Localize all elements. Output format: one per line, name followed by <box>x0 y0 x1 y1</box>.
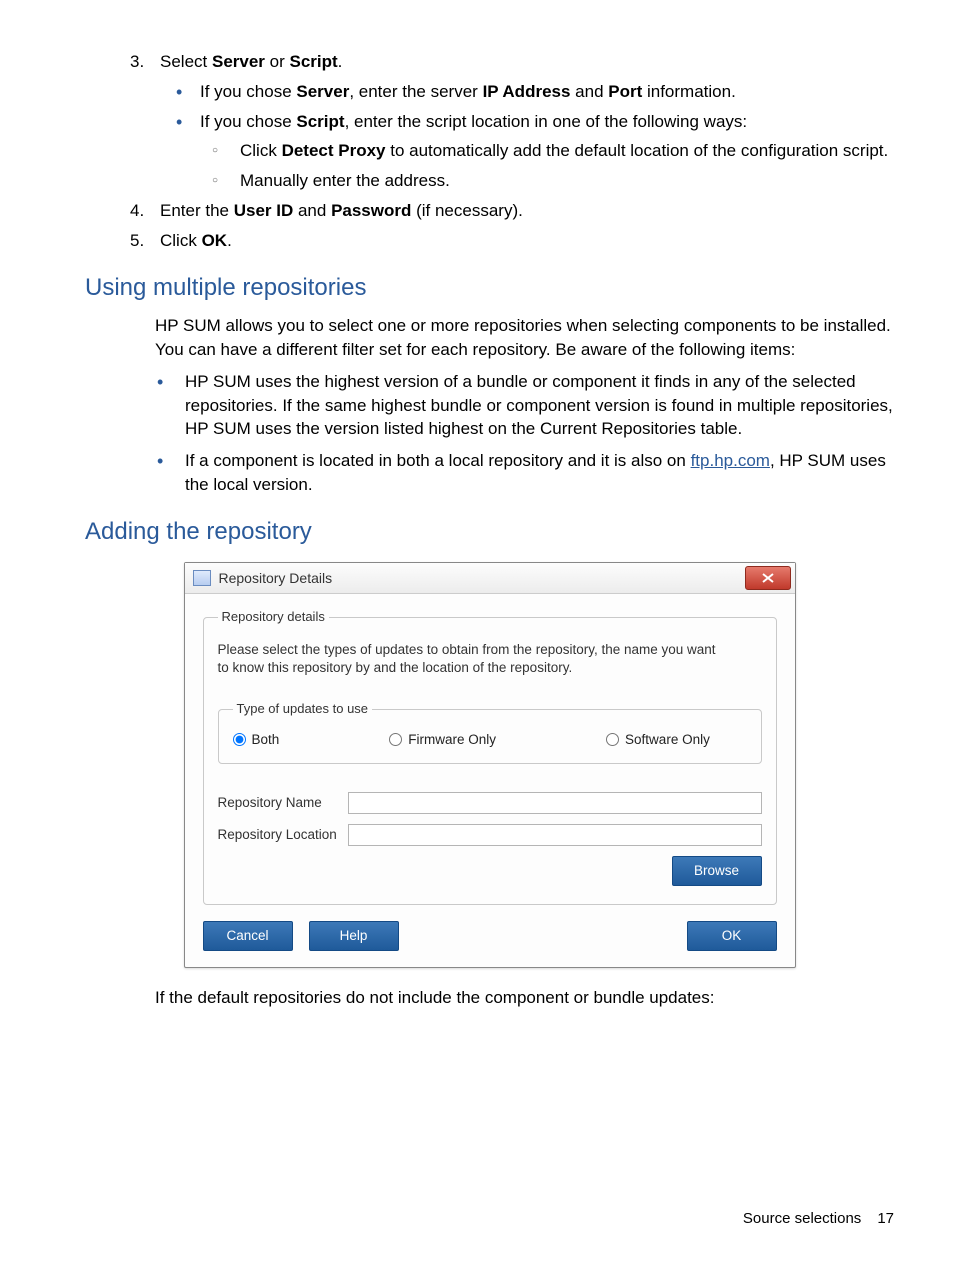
close-icon <box>762 573 774 583</box>
section1-para: HP SUM allows you to select one or more … <box>155 314 894 362</box>
after-dialog-text: If the default repositories do not inclu… <box>155 986 894 1010</box>
step-5: 5. Click OK. <box>160 229 894 253</box>
dialog-instructions: Please select the types of updates to ob… <box>218 641 718 679</box>
step-3b1: Click Detect Proxy to automatically add … <box>240 139 894 163</box>
repository-location-input[interactable] <box>348 824 762 846</box>
repository-details-dialog: Repository Details Repository details Pl… <box>184 562 796 968</box>
ftp-link[interactable]: ftp.hp.com <box>691 451 770 470</box>
step-3b: If you chose Script, enter the script lo… <box>200 110 894 193</box>
radio-software-label[interactable]: Software Only <box>606 731 710 750</box>
dialog-title: Repository Details <box>219 569 741 589</box>
step-3a: If you chose Server, enter the server IP… <box>200 80 894 104</box>
window-icon <box>193 570 211 586</box>
radio-both[interactable] <box>233 733 246 746</box>
help-button[interactable]: Help <box>309 921 399 951</box>
heading-using-multiple-repositories: Using multiple repositories <box>85 271 894 305</box>
heading-adding-the-repository: Adding the repository <box>85 515 894 549</box>
page-footer: Source selections17 <box>743 1208 894 1229</box>
dialog-titlebar: Repository Details <box>185 563 795 594</box>
repository-location-label: Repository Location <box>218 826 348 845</box>
cancel-button[interactable]: Cancel <box>203 921 293 951</box>
radio-firmware[interactable] <box>389 733 402 746</box>
radio-software[interactable] <box>606 733 619 746</box>
update-type-group: Type of updates to use Both Firmware Onl… <box>218 700 762 764</box>
step-3: 3. Select Server or Script. If you chose… <box>160 50 894 193</box>
step-4: 4. Enter the User ID and Password (if ne… <box>160 199 894 223</box>
section1-bullet2: If a component is located in both a loca… <box>185 449 894 497</box>
repository-name-label: Repository Name <box>218 794 348 813</box>
section1-bullet1: HP SUM uses the highest version of a bun… <box>185 370 894 441</box>
repository-details-group: Repository details Please select the typ… <box>203 608 777 905</box>
repository-name-input[interactable] <box>348 792 762 814</box>
repository-details-legend: Repository details <box>218 608 329 626</box>
update-type-legend: Type of updates to use <box>233 700 373 718</box>
radio-both-label[interactable]: Both <box>233 731 280 750</box>
ok-button[interactable]: OK <box>687 921 777 951</box>
step-3b2: Manually enter the address. <box>240 169 894 193</box>
radio-firmware-label[interactable]: Firmware Only <box>389 731 496 750</box>
close-button[interactable] <box>745 566 791 590</box>
browse-button[interactable]: Browse <box>672 856 762 886</box>
